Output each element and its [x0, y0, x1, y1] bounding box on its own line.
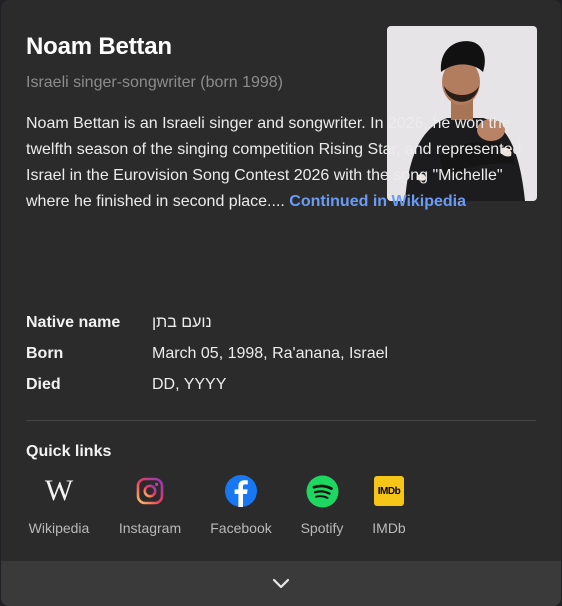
expand-button[interactable] [1, 561, 561, 606]
fact-label: Died [26, 376, 61, 393]
entity-name: Noam Bettan [26, 33, 172, 60]
fact-row-born: Born March 05, 1998, Ra'anana, Israel [26, 343, 536, 374]
section-divider [26, 420, 536, 421]
quick-link-wikipedia[interactable]: W Wikipedia [26, 474, 92, 536]
quick-link-facebook[interactable]: Facebook [208, 474, 274, 536]
fact-value: March 05, 1998, Ra'anana, Israel [152, 345, 389, 362]
entity-subtitle: Israeli singer-songwriter (born 1998) [26, 74, 283, 91]
quick-link-label: Facebook [210, 520, 272, 536]
knowledge-panel: Noam Bettan Israeli singer-songwriter (b… [1, 0, 561, 606]
instagram-icon [133, 474, 167, 508]
wikipedia-icon: W [44, 474, 74, 507]
imdb-icon: IMDb [372, 474, 406, 508]
fact-label: Born [26, 345, 64, 362]
fact-value: נועם בתן [152, 314, 212, 331]
chevron-down-icon [272, 578, 290, 588]
quick-links-title: Quick links [26, 443, 112, 460]
quick-link-imdb[interactable]: IMDb IMDb [369, 474, 409, 536]
spotify-icon [305, 474, 339, 508]
facebook-icon [224, 474, 258, 508]
fact-row-native-name: Native name נועם בתן [26, 312, 536, 343]
entity-description: Noam Bettan is an Israeli singer and son… [26, 111, 536, 215]
quick-link-instagram[interactable]: Instagram [117, 474, 183, 536]
fact-value: DD, YYYY [152, 376, 227, 393]
quick-link-label: Instagram [118, 520, 182, 536]
quick-link-spotify[interactable]: Spotify [294, 474, 350, 536]
continued-in-wikipedia-link[interactable]: Continued in Wikipedia [289, 193, 466, 210]
fact-label: Native name [26, 314, 121, 331]
quick-link-label: Wikipedia [28, 520, 90, 536]
facts-list: Native name נועם בתן Born March 05, 1998… [26, 312, 536, 405]
quick-link-label: IMDb [372, 520, 406, 536]
quick-link-label: Spotify [300, 520, 344, 536]
fact-row-died: Died DD, YYYY [26, 374, 536, 405]
